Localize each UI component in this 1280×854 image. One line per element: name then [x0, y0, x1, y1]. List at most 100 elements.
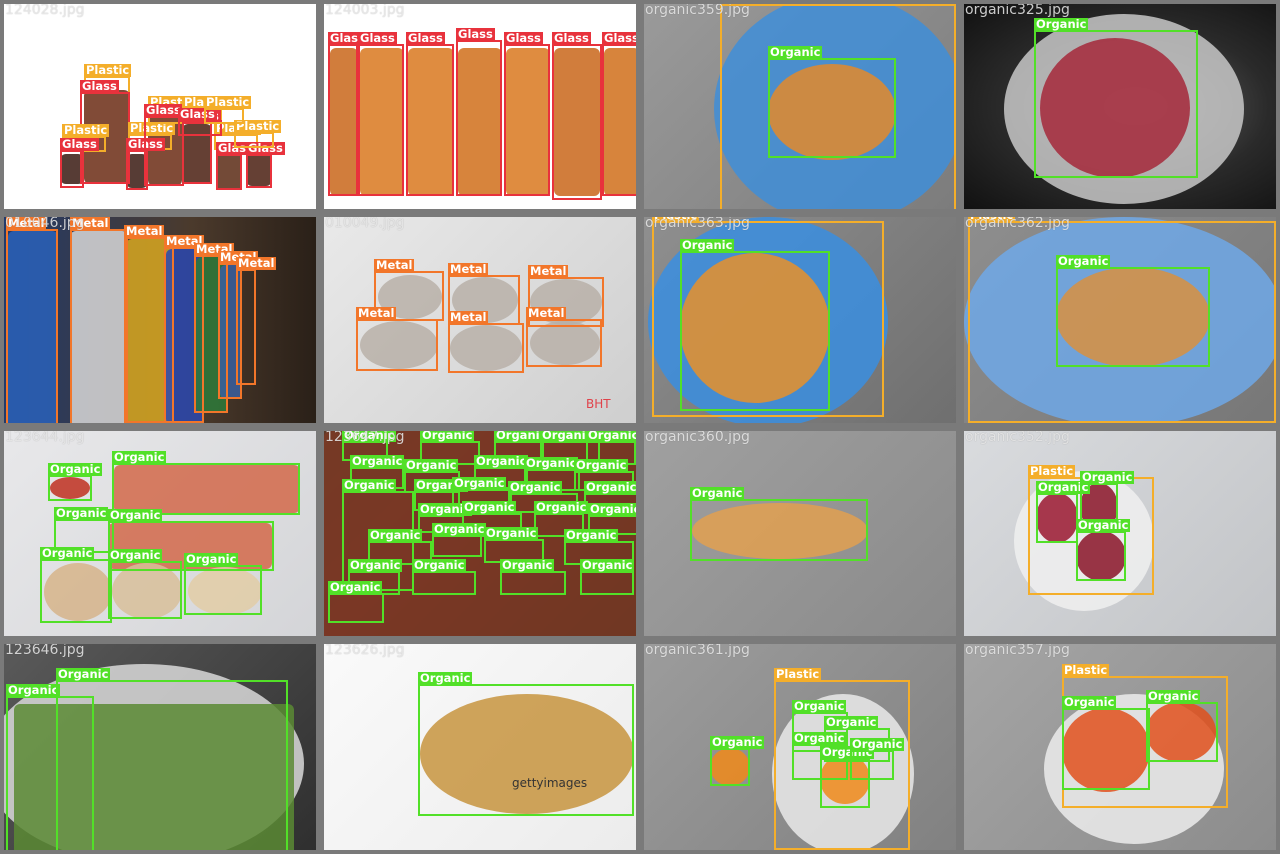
result-tile[interactable]: organic357.jpg Plastic Organic Organic — [960, 640, 1280, 854]
detection-box-organic: Organic — [580, 559, 635, 595]
detection-label: Organic — [584, 480, 637, 494]
detection-box-organic: Organic — [40, 547, 112, 623]
detection-label: Plastic — [1062, 663, 1110, 677]
detection-box-organic: Organic — [432, 523, 487, 557]
detection-box-plastic: Plastic — [204, 96, 252, 124]
result-tile[interactable]: organic325.jpg Organic — [960, 0, 1280, 213]
detection-label: Glass — [552, 31, 591, 45]
detection-box-glass: Glass — [504, 32, 550, 196]
detection-box-metal: Metal — [448, 311, 524, 373]
detection-label: Organic — [710, 735, 765, 749]
detection-label: Organic — [524, 456, 579, 470]
filename-label: organic325.jpg — [965, 2, 1070, 18]
detection-label: Organic — [500, 558, 555, 572]
detection-label: Metal — [526, 306, 567, 320]
filename-label: 124028.jpg — [5, 2, 85, 18]
detection-label: Plastic — [84, 63, 132, 77]
detection-label: Metal — [356, 306, 397, 320]
detection-box-glass: Glass — [216, 142, 255, 190]
filename-label: organic359.jpg — [645, 2, 750, 18]
detection-box-glass: Glass — [602, 32, 636, 196]
detection-box-organic: Organic — [56, 668, 288, 850]
detection-box-organic: Organic — [850, 738, 905, 780]
result-tile[interactable]: 124003.jpg Glass Glass Glass Glass Glass Glass… — [320, 0, 640, 213]
detection-label: Organic — [792, 699, 847, 713]
result-tile[interactable]: 123644.jpg Organic Organic Organic Organic Or… — [0, 427, 320, 640]
detection-box-organic: Organic — [1036, 481, 1091, 543]
detection-box-organic: Organic — [184, 553, 262, 615]
detection-label: Organic — [850, 737, 905, 751]
detection-label: Organic — [404, 458, 459, 472]
detection-label: Metal — [528, 264, 569, 278]
result-tile[interactable]: organic362.jpg Plastic Organic — [960, 213, 1280, 427]
result-tile[interactable]: 123647.jpg Organic Organic Organic Organic Or… — [320, 427, 640, 640]
detection-label: Plastic — [1028, 464, 1076, 478]
detection-box-organic: Organic — [328, 581, 384, 623]
result-tile[interactable]: organic363.jpg Plastic Organic — [640, 213, 960, 427]
result-tile[interactable]: 124028.jpg Plastic Glass Plastic Plastic Glas… — [0, 0, 320, 213]
filename-label: organic357.jpg — [965, 642, 1070, 658]
results-grid: 124028.jpg Plastic Glass Plastic Plastic Glas… — [0, 0, 1280, 854]
filename-label: 123644.jpg — [5, 429, 85, 445]
detection-box-glass: Glass — [358, 32, 404, 196]
filename-label: 123647.jpg — [325, 429, 405, 445]
detection-label: Organic — [412, 558, 467, 572]
detection-box-glass: Glass — [456, 28, 502, 196]
detection-label: Plastic — [62, 123, 110, 137]
detection-label: Organic — [420, 428, 475, 442]
detection-box-organic: Organic — [768, 46, 896, 158]
detection-label: Organic — [1146, 689, 1201, 703]
filename-label: 010046.jpg — [5, 215, 85, 231]
detection-box-organic: Organic — [690, 487, 868, 561]
detection-box-metal: Metal — [526, 307, 602, 367]
detection-box-metal: Metal — [70, 217, 128, 423]
detection-box-organic: Organic — [108, 549, 182, 619]
filename-label: organic360.jpg — [645, 429, 750, 445]
detection-label: Metal — [448, 310, 489, 324]
detection-label: Glass — [60, 137, 99, 151]
detection-label: Organic — [792, 731, 847, 745]
detection-box-metal: Metal — [356, 307, 438, 371]
detection-label: Glass — [504, 31, 543, 45]
detection-label: Plastic — [204, 95, 252, 109]
image-watermark: gettyimages — [512, 776, 588, 790]
detection-label: Organic — [108, 508, 163, 522]
detection-label: Organic — [368, 528, 423, 542]
detection-box-organic: Organic — [1146, 690, 1218, 762]
detection-label: Organic — [508, 480, 563, 494]
detection-label: Metal — [448, 262, 489, 276]
result-tile[interactable]: 010046.jpg Metal Metal Metal Metal Metal Metal… — [0, 213, 320, 427]
detection-label: Organic — [56, 667, 111, 681]
detection-label: Metal — [124, 224, 165, 238]
filename-label: 123626.jpg — [325, 642, 405, 658]
detection-box-glass: Glass — [552, 32, 602, 200]
detection-label: Organic — [328, 580, 383, 594]
detection-label: Plastic — [774, 667, 822, 681]
detection-box-glass: Glass — [246, 142, 285, 188]
filename-label: organic352.jpg — [965, 429, 1070, 445]
detection-label: Glass — [456, 27, 495, 41]
detection-label: Organic — [588, 503, 636, 516]
detection-box-organic: Organic — [1062, 696, 1150, 790]
detection-label: Organic — [342, 478, 397, 492]
detection-label: Organic — [40, 546, 95, 560]
detection-label: Organic — [534, 500, 589, 514]
filename-label: organic361.jpg — [645, 642, 750, 658]
detection-label: Organic — [418, 671, 473, 685]
detection-label: Glass — [406, 31, 445, 45]
detection-box-plastic: Plastic — [234, 120, 282, 148]
detection-label: Organic — [1062, 695, 1117, 709]
result-tile[interactable]: organic359.jpgPlasticOrganic — [640, 0, 960, 213]
detection-label: Organic — [48, 462, 103, 476]
detection-box-organic: Organic — [680, 239, 830, 411]
detection-box-metal: Metal — [236, 257, 277, 385]
result-tile[interactable]: organic360.jpg Organic — [640, 427, 960, 640]
detection-label: Organic — [474, 454, 529, 468]
result-tile[interactable]: organic361.jpg Organic Plastic Organic Organ… — [640, 640, 960, 854]
result-tile[interactable]: 123646.jpg Organic Organic — [0, 640, 320, 854]
result-tile[interactable]: BHT 010049.jpg Metal Metal Metal Metal Metal Me… — [320, 213, 640, 427]
detection-label: Organic — [348, 558, 403, 572]
result-tile[interactable]: organic352.jpg Plastic Organic Organic Organ… — [960, 427, 1280, 640]
detection-label: Organic — [1034, 17, 1089, 31]
result-tile[interactable]: gettyimages 123626.jpg Organic — [320, 640, 640, 854]
